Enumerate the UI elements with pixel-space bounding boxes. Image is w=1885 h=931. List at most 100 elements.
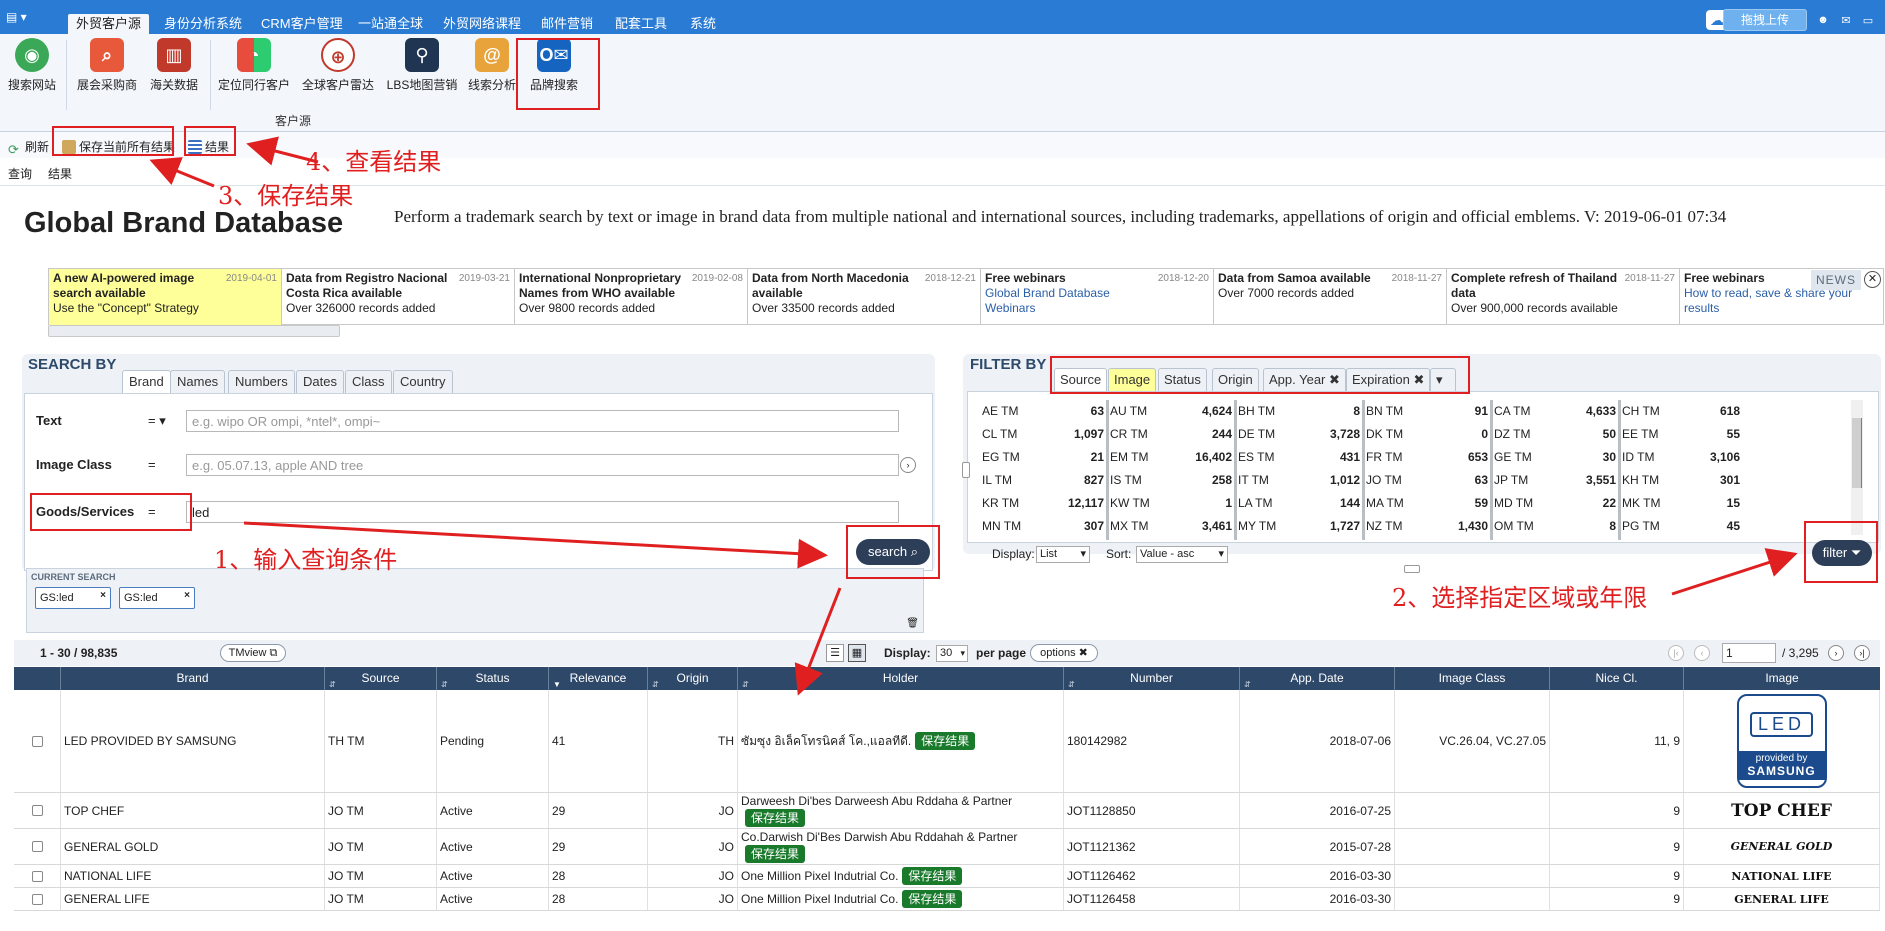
app-menu-icon[interactable]: ▤ ▾ [6,10,46,28]
filter-option[interactable]: MX TM 3,461 [1110,517,1232,535]
search-tab-numbers[interactable]: Numbers [228,370,295,393]
drag-upload-button[interactable]: 拖拽上传 [1723,9,1807,31]
news-scrollbar[interactable] [48,325,340,337]
row-checkbox[interactable] [14,793,61,828]
column-app-date[interactable]: ⇵ App. Date [1240,667,1395,690]
previous-page-icon[interactable]: ‹ [1694,645,1710,661]
table-row[interactable]: NATIONAL LIFE JO TM Active 28 JO One Million … [14,865,1880,888]
row-select-checkbox[interactable] [31,735,43,747]
filter-option[interactable]: DE TM 3,728 [1238,425,1360,443]
tab-crm[interactable]: CRM客户管理 [253,14,351,34]
filter-option[interactable]: CR TM 244 [1110,425,1232,443]
row-checkbox[interactable] [14,888,61,910]
ribbon-lead-analysis[interactable]: @ 线索分析 [466,38,518,98]
filter-option[interactable]: CH TM 618 [1622,402,1740,420]
filter-option[interactable]: MD TM 22 [1494,494,1616,512]
filter-option[interactable]: IL TM 827 [982,471,1104,489]
last-page-icon[interactable]: ›| [1854,645,1870,661]
grid-view-icon[interactable]: ▦ [848,644,866,662]
tab-foreign-trade-source[interactable]: 外贸客户源 [68,14,150,34]
tab-global-one-stop[interactable]: 一站通全球 [350,14,431,34]
row-checkbox[interactable] [14,829,61,864]
news-item[interactable]: 2018-11-27 Data from Samoa available Ove… [1214,269,1447,325]
row-select-checkbox[interactable] [31,870,43,882]
tab-system[interactable]: 系统 [682,14,724,34]
cell-holder[interactable]: One Million Pixel Indutrial Co. 保存结果 [738,865,1064,887]
table-row[interactable]: GENERAL LIFE JO TM Active 28 JO One Million P… [14,888,1880,911]
filter-option[interactable]: IT TM 1,012 [1238,471,1360,489]
news-item[interactable]: 2019-03-21 Data from Registro Nacional C… [282,269,515,325]
tab-query[interactable]: 查询 [8,165,32,182]
tab-email-marketing[interactable]: 邮件营销 [533,14,601,34]
user-icon[interactable]: ☻ [1815,14,1831,28]
text-operator[interactable]: = ▾ [148,413,166,429]
tab-identity-analysis[interactable]: 身份分析系统 [156,14,250,34]
filter-option[interactable]: OM TM 8 [1494,517,1616,535]
news-link[interactable]: Global Brand Database Webinars [985,286,1135,316]
cell-holder[interactable]: Darweesh Di'bes Darweesh Abu Rddaha & Pa… [738,793,1064,828]
cell-holder[interactable]: Co.Darwish Di'Bes Darwish Abu Rddahah & … [738,829,1064,864]
filter-option[interactable]: CA TM 4,633 [1494,402,1616,420]
close-icon[interactable]: ✕ [1864,271,1881,288]
filter-option[interactable]: DK TM 0 [1366,425,1488,443]
search-tab-country[interactable]: Country [393,370,453,393]
goods-services-input[interactable]: led [186,501,899,523]
search-tab-dates[interactable]: Dates [296,370,344,393]
news-link[interactable]: How to read, save & share your results [1684,286,1864,316]
column-status[interactable]: ⇵ Status [437,667,549,690]
filter-option[interactable]: KR TM 12,117 [982,494,1104,512]
row-select-checkbox[interactable] [31,893,43,905]
filter-option[interactable]: ES TM 431 [1238,448,1360,466]
cell-holder[interactable]: ซัมซุง อิเล็คโทรนิคส์ โค.,แอลทีดี. 保存结果 [738,690,1064,792]
column-nice-class[interactable]: Nice Cl. [1550,667,1684,690]
filter-option[interactable]: BH TM 8 [1238,402,1360,420]
tab-tools[interactable]: 配套工具 [607,14,675,34]
resize-handle[interactable] [1404,565,1420,573]
next-page-icon[interactable]: › [1828,645,1844,661]
image-class-input[interactable]: e.g. 05.07.13, apple AND tree [186,454,899,476]
news-item[interactable]: 2018-11-27 Complete refresh of Thailand … [1447,269,1680,325]
filter-option[interactable]: GE TM 30 [1494,448,1616,466]
save-result-button[interactable]: 保存结果 [902,867,963,885]
column-brand[interactable]: Brand [61,667,325,690]
filter-option[interactable]: MK TM 15 [1622,494,1740,512]
filter-option[interactable]: NZ TM 1,430 [1366,517,1488,535]
search-tab-names[interactable]: Names [170,370,226,393]
filter-option[interactable]: AE TM 63 [982,402,1104,420]
tmview-button[interactable]: TMview ⧉ [220,644,286,662]
filter-option[interactable]: EE TM 55 [1622,425,1740,443]
row-checkbox[interactable] [14,690,61,792]
news-item[interactable]: 2019-04-01 A new AI-powered image search… [49,269,282,325]
save-result-button[interactable]: 保存结果 [902,890,963,908]
save-result-button[interactable]: 保存结果 [745,809,806,827]
filter-option[interactable]: EM TM 16,402 [1110,448,1232,466]
save-result-button[interactable]: 保存结果 [915,732,976,750]
filter-option[interactable]: KH TM 301 [1622,471,1740,489]
close-icon[interactable]: × [184,586,190,606]
list-view-icon[interactable]: ☰ [826,644,844,662]
scrollbar-thumb[interactable] [1852,418,1862,488]
search-tab-class[interactable]: Class [345,370,392,393]
ribbon-exhibition-buyers[interactable]: ⌕ 展会采购商 [74,38,140,98]
resize-handle[interactable] [962,462,970,478]
first-page-icon[interactable]: |‹ [1668,645,1684,661]
news-item[interactable]: 2018-12-21 Data from North Macedonia ava… [748,269,981,325]
message-icon[interactable]: ✉ [1838,14,1854,28]
close-icon[interactable]: × [100,586,106,606]
filter-option[interactable]: PG TM 45 [1622,517,1740,535]
ribbon-lbs-map[interactable]: ⚲ LBS地图营销 [386,38,458,98]
filter-scrollbar[interactable] [1851,400,1863,535]
filter-option[interactable]: KW TM 1 [1110,494,1232,512]
column-relevance[interactable]: ▼ Relevance [549,667,648,690]
filter-option[interactable]: MY TM 1,727 [1238,517,1360,535]
table-row[interactable]: TOP CHEF JO TM Active 29 JO Darweesh Di'bes D… [14,793,1880,829]
row-checkbox[interactable] [14,865,61,887]
options-button[interactable]: options ✖ [1030,644,1098,662]
save-result-button[interactable]: 保存结果 [745,845,806,863]
window-icon[interactable]: ▭ [1860,14,1876,28]
tab-online-courses[interactable]: 外贸网络课程 [435,14,529,34]
news-item[interactable]: 2019-02-08 International Nonproprietary … [515,269,748,325]
column-number[interactable]: ⇵ Number [1064,667,1240,690]
ribbon-search-website[interactable]: ◉ 搜索网站 [6,38,58,98]
table-row[interactable]: LED PROVIDED BY SAMSUNG TH TM Pending 41 TH ซ… [14,690,1880,793]
